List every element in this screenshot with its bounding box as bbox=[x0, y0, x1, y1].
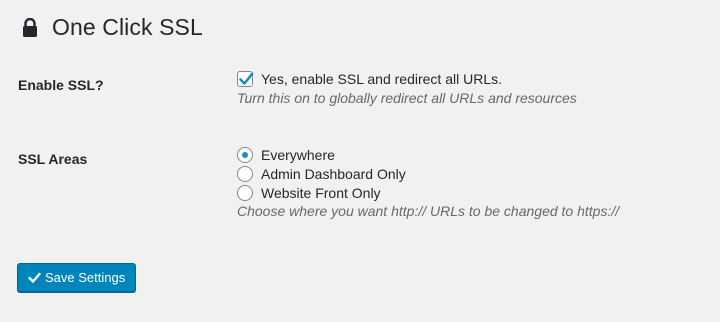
radio-everywhere-label[interactable]: Everywhere bbox=[261, 147, 335, 163]
enable-ssl-checkbox[interactable] bbox=[237, 70, 254, 87]
ssl-areas-description: Choose where you want http:// URLs to be… bbox=[237, 203, 620, 219]
enable-ssl-description: Turn this on to globally redirect all UR… bbox=[237, 90, 577, 106]
check-icon bbox=[28, 272, 41, 283]
radio-website-front-only-label[interactable]: Website Front Only bbox=[261, 185, 381, 201]
save-settings-label: Save Settings bbox=[45, 270, 126, 285]
enable-ssl-label: Enable SSL? bbox=[18, 77, 104, 93]
page-title: One Click SSL bbox=[52, 14, 203, 40]
enable-ssl-field: Yes, enable SSL and redirect all URLs. T… bbox=[237, 69, 577, 106]
radio-admin-dashboard-only[interactable] bbox=[237, 165, 253, 182]
enable-ssl-checkbox-label[interactable]: Yes, enable SSL and redirect all URLs. bbox=[261, 71, 502, 87]
ssl-area-option-admin[interactable]: Admin Dashboard Only bbox=[237, 164, 619, 183]
enable-ssl-option[interactable]: Yes, enable SSL and redirect all URLs. bbox=[237, 69, 577, 88]
checkmark-icon bbox=[239, 72, 254, 85]
lock-icon bbox=[23, 17, 37, 37]
page-header: One Click SSL bbox=[22, 14, 203, 41]
radio-everywhere[interactable] bbox=[237, 146, 253, 163]
ssl-areas-field: Everywhere Admin Dashboard Only Website … bbox=[237, 145, 619, 219]
ssl-area-option-front[interactable]: Website Front Only bbox=[237, 183, 619, 202]
ssl-areas-label: SSL Areas bbox=[18, 151, 88, 167]
radio-website-front-only[interactable] bbox=[237, 184, 253, 201]
save-settings-button[interactable]: Save Settings bbox=[17, 263, 137, 292]
ssl-area-option-everywhere[interactable]: Everywhere bbox=[237, 145, 619, 164]
radio-admin-dashboard-only-label[interactable]: Admin Dashboard Only bbox=[261, 166, 406, 182]
